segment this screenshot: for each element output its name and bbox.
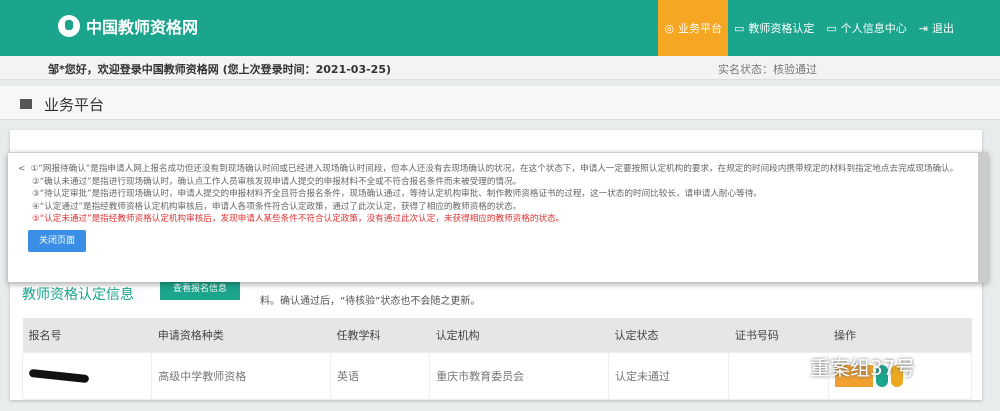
col-header: 认定状态 xyxy=(608,318,729,353)
nav-logout[interactable]: ⇥ 退出 xyxy=(913,0,960,56)
col-header: 操作 xyxy=(828,318,972,353)
col-header: 报名号 xyxy=(22,318,152,353)
welcome-text: 邹*您好，欢迎登录中国教师资格网 (您上次登录时间：2021-03-25) xyxy=(48,63,391,76)
section-note: 料。确认通过后，“待核验”状态也不会随之更新。 xyxy=(260,296,481,307)
briefcase-icon xyxy=(20,99,32,109)
status-explanation-modal: < ①“网报待确认”是指申请人网上报名成功但还没有到现场确认时间或已经进入现场确… xyxy=(8,152,988,283)
col-header: 申请资格种类 xyxy=(151,318,331,353)
welcome-bar: 邹*您好，欢迎登录中国教师资格网 (您上次登录时间：2021-03-25) 实名… xyxy=(0,56,1000,80)
modal-line: ⑤“认定未通过”是指经教师资格认定机构审核后，发现申请人某些条件不符合认定政策，… xyxy=(32,214,565,224)
line-text: ①“网报待确认”是指申请人网上报名成功但还没有到现场确认时间或已经进入现场确认时… xyxy=(30,164,959,174)
nav-certification[interactable]: ▭ 教师资格认定 xyxy=(728,0,820,56)
platform-icon: ◎ xyxy=(664,21,674,35)
nav-label: 业务平台 xyxy=(677,22,722,35)
nav-label: 退出 xyxy=(932,22,954,35)
cell-subject: 英语 xyxy=(330,352,431,400)
nav-personal-center[interactable]: ▭ 个人信息中心 xyxy=(820,0,912,56)
watermark: 重案组37号 xyxy=(810,356,916,380)
nav-label: 个人信息中心 xyxy=(840,22,907,35)
site-logo[interactable]: 中国教师资格网 xyxy=(58,14,198,38)
cell-status: 认定未通过 xyxy=(607,352,730,400)
top-nav: ◎ 业务平台 ▭ 教师资格认定 ▭ 个人信息中心 ⇥ 退出 xyxy=(658,0,960,56)
scrollbar[interactable] xyxy=(978,153,988,283)
nav-label: 教师资格认定 xyxy=(748,22,815,35)
redaction-mark xyxy=(28,368,90,383)
cell-type: 高级中学教师资格 xyxy=(151,352,332,400)
logout-icon: ⇥ xyxy=(918,21,928,35)
col-header: 任教学科 xyxy=(330,318,430,353)
modal-line: < ①“网报待确认”是指申请人网上报名成功但还没有到现场确认时间或已经进入现场确… xyxy=(18,163,976,176)
monitor-icon: ▭ xyxy=(826,21,837,35)
modal-line: ②“确认未通过”是指进行现场确认时，确认点工作人员审核发现申请人提交的申报材料不… xyxy=(32,176,522,187)
modal-line: ③“待认定审批”是指进行现场确认时，申请人提交的申报材料齐全且符合报名条件，现场… xyxy=(32,189,762,199)
monitor-icon: ▭ xyxy=(733,21,745,35)
close-page-button[interactable]: 关闭页面 xyxy=(28,229,86,252)
table-header: 报名号 申请资格种类 任教学科 认定机构 认定状态 证书号码 操作 xyxy=(22,318,972,353)
logo-icon xyxy=(58,15,80,37)
section-title: 教师资格认定信息 xyxy=(22,287,134,303)
nav-business-platform[interactable]: ◎ 业务平台 xyxy=(658,0,728,56)
back-icon[interactable]: < xyxy=(18,164,25,174)
col-header: 证书号码 xyxy=(728,318,829,353)
page-title-bar: 业务平台 xyxy=(0,86,1000,120)
top-header: 中国教师资格网 ◎ 业务平台 ▭ 教师资格认定 ▭ 个人信息中心 ⇥ 退出 xyxy=(0,0,1000,56)
cell-agency: 重庆市教育委员会 xyxy=(429,352,609,400)
col-header: 认定机构 xyxy=(429,318,609,353)
site-name: 中国教师资格网 xyxy=(86,18,199,37)
verification-status: 实名状态：核验通过 xyxy=(718,63,817,76)
page-title: 业务平台 xyxy=(44,96,105,114)
registration-number-redacted xyxy=(21,352,153,400)
modal-line: ④“认定通过”是指经教师资格认定机构审核后，申请人各项条件符合认定政策，通过了此… xyxy=(32,201,522,212)
